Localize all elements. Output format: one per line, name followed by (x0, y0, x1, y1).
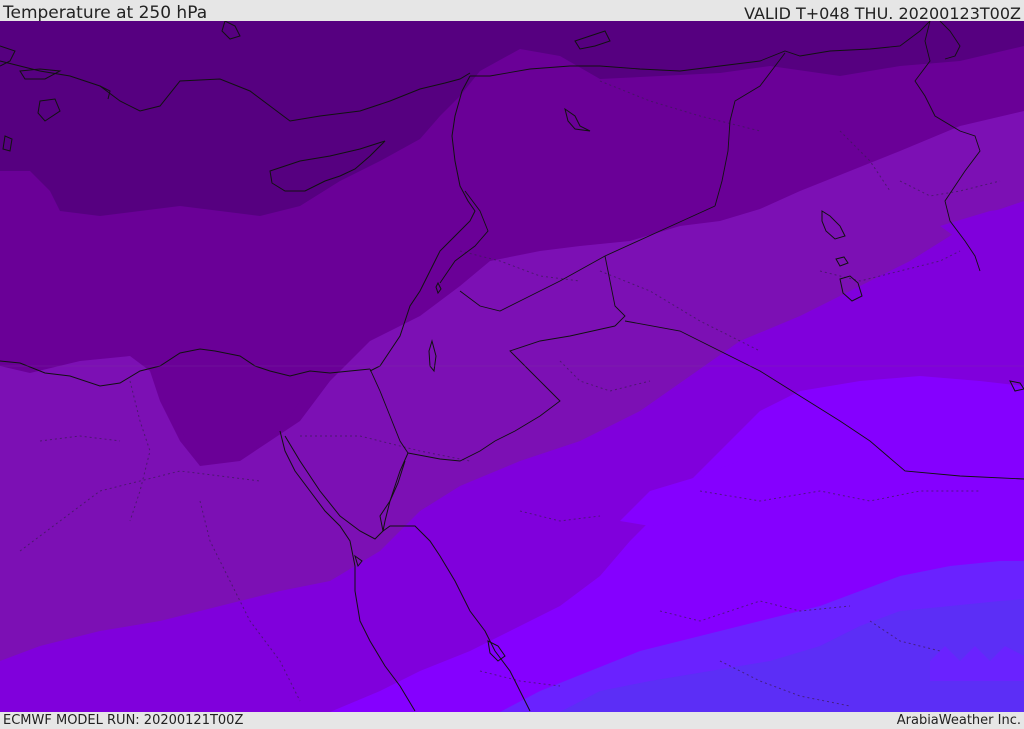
credit-label: ArabiaWeather Inc. (896, 713, 1021, 728)
temperature-band-blue-wave (930, 646, 1024, 681)
map-header: Temperature at 250 hPa VALID T+048 THU. … (0, 0, 1024, 23)
map-title: Temperature at 250 hPa (3, 3, 208, 23)
temperature-map (0, 21, 1024, 712)
map-footer: ECMWF MODEL RUN: 20200121T00Z ArabiaWeat… (0, 712, 1024, 729)
model-run-label: ECMWF MODEL RUN: 20200121T00Z (3, 713, 244, 728)
